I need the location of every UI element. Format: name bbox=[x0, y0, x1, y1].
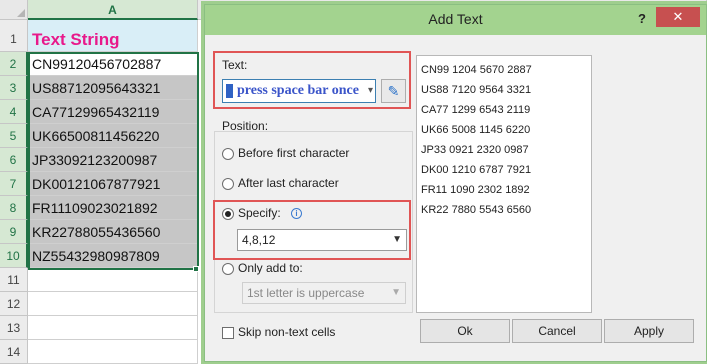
preview-line: KR22 7880 5543 6560 bbox=[421, 204, 532, 216]
row-header[interactable]: 8 bbox=[0, 196, 28, 220]
chevron-down-icon[interactable]: ▼ bbox=[392, 230, 402, 250]
option-after-last-label[interactable]: After last character bbox=[238, 176, 339, 190]
row-header[interactable]: 3 bbox=[0, 76, 28, 100]
cell[interactable]: NZ55432980987809 bbox=[28, 244, 198, 268]
row-header[interactable]: 6 bbox=[0, 148, 28, 172]
row-header[interactable]: 2 bbox=[0, 52, 28, 76]
column-header-a[interactable]: A bbox=[28, 0, 198, 20]
cell[interactable]: JP33092123200987 bbox=[28, 148, 198, 172]
cancel-button[interactable]: Cancel bbox=[512, 319, 602, 343]
only-add-value: 1st letter is uppercase bbox=[247, 286, 365, 300]
only-add-combo: 1st letter is uppercase ▼ bbox=[242, 282, 406, 304]
apply-button[interactable]: Apply bbox=[604, 319, 694, 343]
dialog-title: Add Text bbox=[428, 11, 483, 27]
info-icon[interactable]: i bbox=[291, 208, 302, 219]
chevron-down-icon: ▼ bbox=[391, 287, 401, 298]
preview-line: JP33 0921 2320 0987 bbox=[421, 144, 529, 156]
skip-non-text-checkbox[interactable] bbox=[222, 327, 234, 339]
row-header[interactable]: 12 bbox=[0, 292, 28, 316]
row-header[interactable]: 7 bbox=[0, 172, 28, 196]
preview-line: FR11 1090 2302 1892 bbox=[421, 184, 530, 196]
help-button[interactable]: ? bbox=[634, 9, 650, 29]
preview-line: DK00 1210 6787 7921 bbox=[421, 164, 532, 176]
preview-line: US88 7120 9564 3321 bbox=[421, 84, 532, 96]
select-all-corner[interactable] bbox=[0, 0, 28, 20]
eyedropper-icon[interactable]: ✎ bbox=[381, 79, 406, 103]
radio-only-add[interactable] bbox=[222, 263, 234, 275]
radio-after-last[interactable] bbox=[222, 178, 234, 190]
cell[interactable]: DK00121067877921 bbox=[28, 172, 198, 196]
cell[interactable]: US88712095643321 bbox=[28, 76, 198, 100]
text-cursor bbox=[226, 84, 233, 98]
specify-positions-value: 4,8,12 bbox=[242, 233, 276, 247]
option-specify-label[interactable]: Specify: bbox=[238, 206, 281, 220]
cell[interactable] bbox=[28, 340, 198, 364]
fill-handle[interactable] bbox=[193, 266, 199, 272]
close-button[interactable]: ✕ bbox=[656, 7, 700, 27]
cell[interactable]: KR22788055436560 bbox=[28, 220, 198, 244]
cell[interactable] bbox=[28, 268, 198, 292]
cell[interactable]: CA77129965432119 bbox=[28, 100, 198, 124]
row-header[interactable]: 13 bbox=[0, 316, 28, 340]
row-header[interactable]: 14 bbox=[0, 340, 28, 364]
skip-non-text-label[interactable]: Skip non-text cells bbox=[238, 325, 335, 339]
row-header[interactable]: 10 bbox=[0, 244, 28, 268]
row-header[interactable]: 11 bbox=[0, 268, 28, 292]
ok-button[interactable]: Ok bbox=[420, 319, 510, 343]
cell-a1-header[interactable]: Text String bbox=[28, 20, 198, 52]
preview-list: CN99 1204 5670 2887 US88 7120 9564 3321 … bbox=[416, 55, 592, 313]
text-input-value: press space bar once bbox=[237, 83, 359, 98]
specify-positions-combo[interactable]: 4,8,12 ▼ bbox=[237, 229, 407, 251]
radio-specify[interactable] bbox=[222, 208, 234, 220]
row-headers: 1 2 3 4 5 6 7 8 9 10 11 12 13 14 bbox=[0, 20, 28, 364]
cell[interactable]: CN99120456702887 bbox=[28, 52, 198, 76]
chevron-down-icon[interactable]: ▾ bbox=[368, 80, 373, 102]
dialog-titlebar[interactable]: Add Text ? ✕ bbox=[205, 5, 706, 35]
row-header[interactable]: 1 bbox=[0, 20, 28, 52]
text-input[interactable]: press space bar once ▾ bbox=[222, 79, 376, 103]
text-label: Text: bbox=[222, 58, 248, 72]
cell[interactable] bbox=[28, 316, 198, 340]
column-a-cells: Text String CN99120456702887 US887120956… bbox=[28, 20, 198, 364]
option-before-first-label[interactable]: Before first character bbox=[238, 146, 349, 160]
preview-line: CA77 1299 6543 2119 bbox=[421, 104, 531, 116]
preview-line: UK66 5008 1145 6220 bbox=[421, 124, 531, 136]
cell[interactable] bbox=[28, 292, 198, 316]
row-header[interactable]: 4 bbox=[0, 100, 28, 124]
cell[interactable]: FR11109023021892 bbox=[28, 196, 198, 220]
preview-line: CN99 1204 5670 2887 bbox=[421, 64, 532, 76]
cell[interactable]: UK66500811456220 bbox=[28, 124, 198, 148]
radio-before-first[interactable] bbox=[222, 148, 234, 160]
row-header[interactable]: 9 bbox=[0, 220, 28, 244]
add-text-dialog: Add Text ? ✕ Text: press space bar once … bbox=[204, 4, 707, 362]
row-header[interactable]: 5 bbox=[0, 124, 28, 148]
option-only-add-label[interactable]: Only add to: bbox=[238, 261, 303, 275]
